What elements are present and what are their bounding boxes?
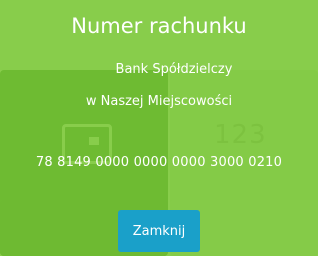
bank-name-line2: w Naszej Miejscowości [85,94,233,109]
account-number: 78 8149 0000 0000 0000 3000 0210 [35,155,283,170]
modal-title: Numer rachunku [71,14,247,38]
account-number-modal: Numer rachunku Bank Spółdzielczy w Nasze… [0,0,318,256]
close-button[interactable]: Zamknij [118,210,200,252]
screen: 123 Numer rachunku Bank Spółdzielczy w N… [0,0,318,256]
bank-name-line1: Bank Spółdzielczy [115,62,233,77]
